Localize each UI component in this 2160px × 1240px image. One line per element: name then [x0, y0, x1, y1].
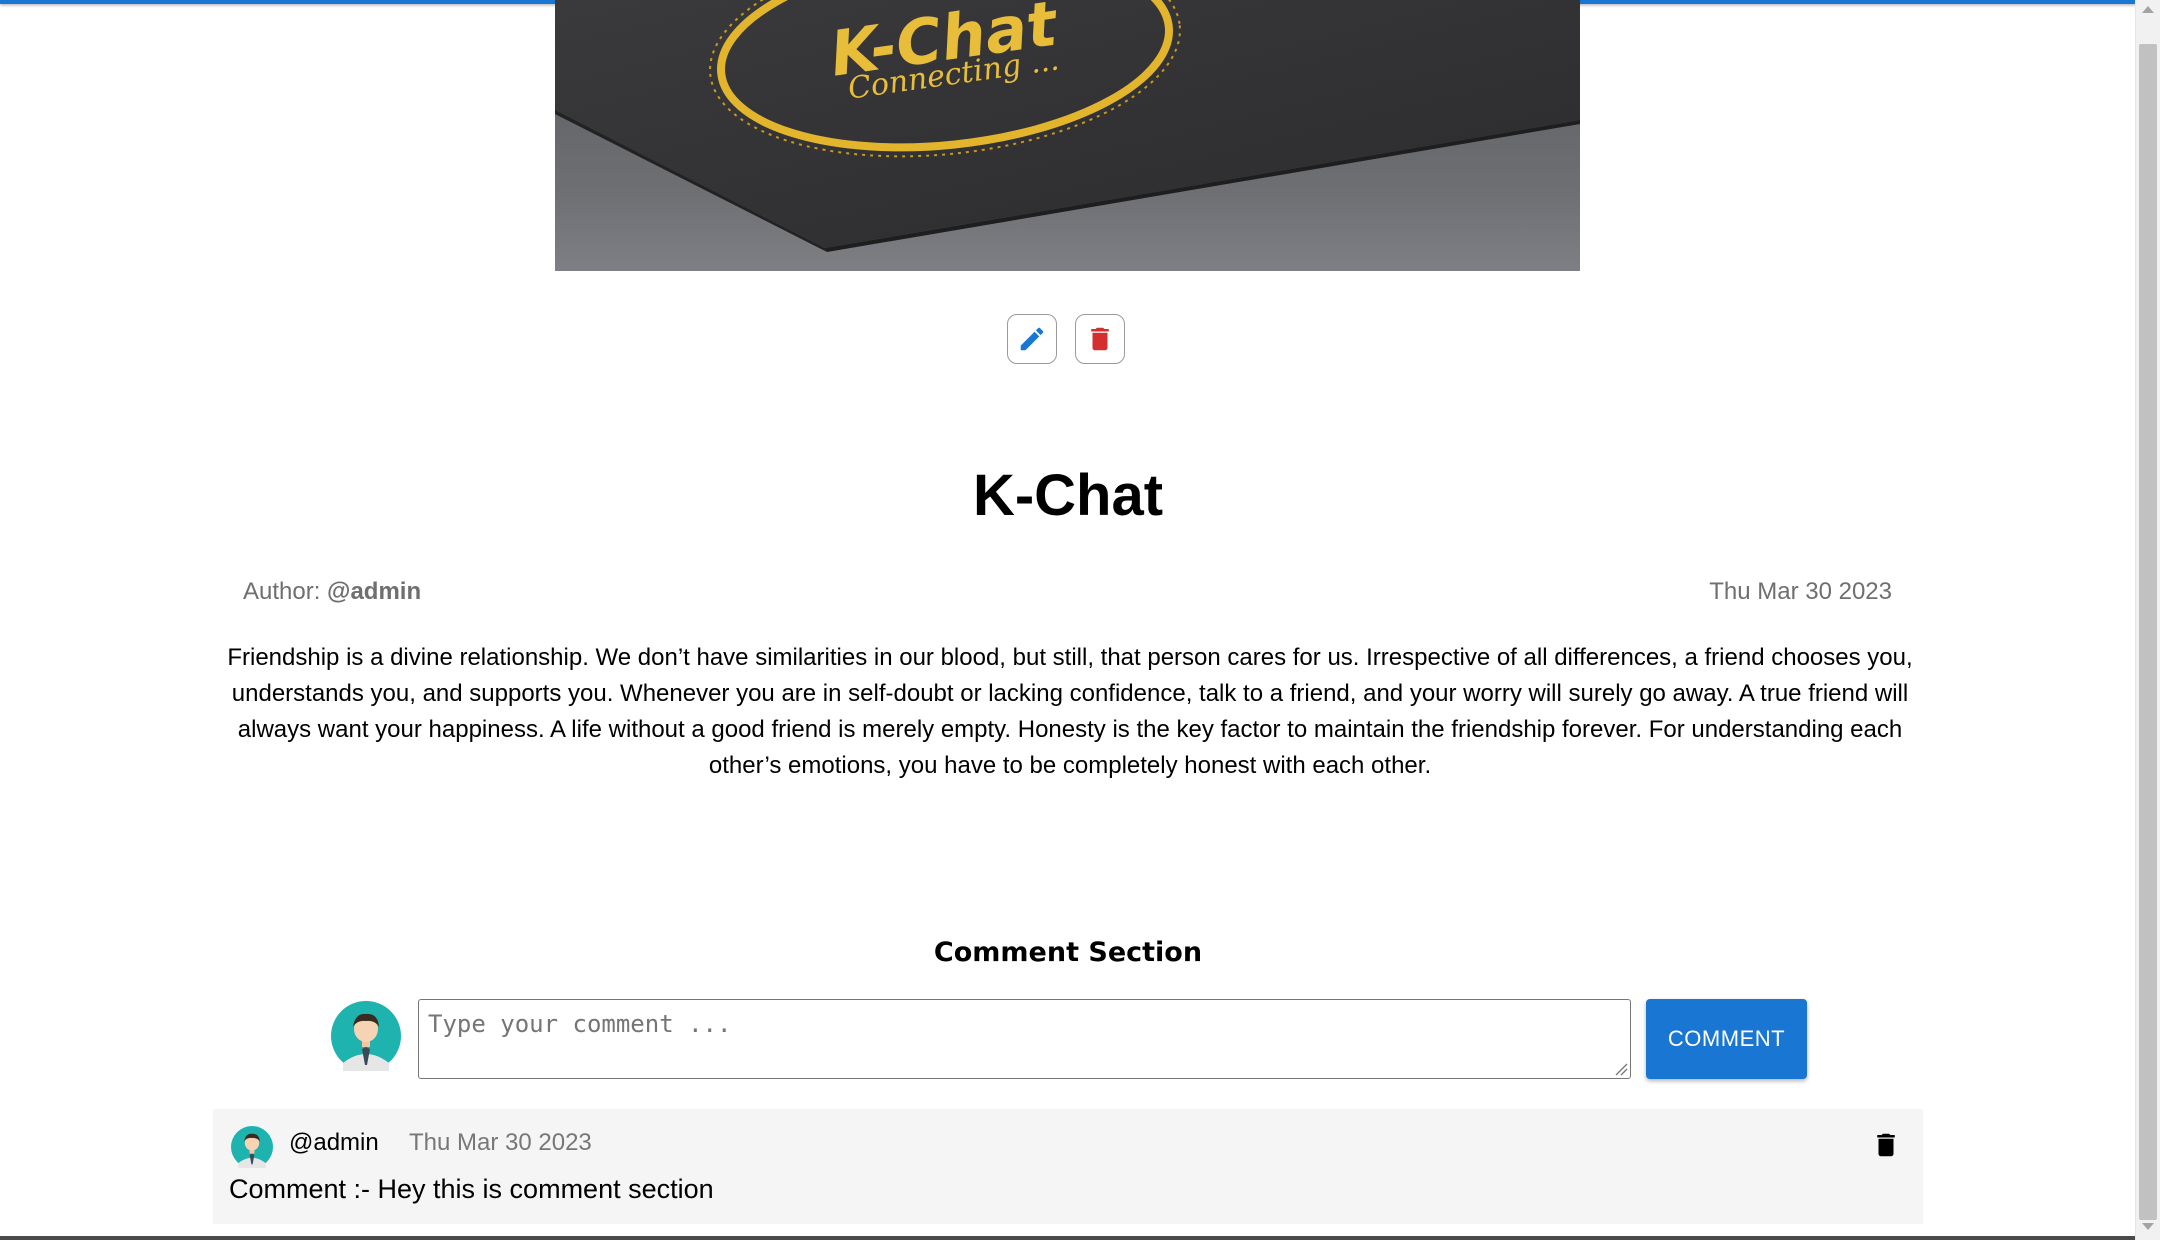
- delete-post-button[interactable]: [1075, 314, 1125, 364]
- comment-avatar-icon: [231, 1126, 273, 1168]
- pencil-icon: [1020, 327, 1044, 351]
- author-name: @admin: [327, 578, 422, 605]
- scroll-down-arrow-icon[interactable]: [2142, 1223, 2154, 1230]
- trash-icon: [1091, 327, 1109, 351]
- scrollbar-thumb[interactable]: [2139, 44, 2157, 1220]
- post-banner-image: K-Chat Connecting ...: [555, 0, 1580, 271]
- post-author: Author: @admin: [243, 578, 421, 606]
- comment-text: Comment :- Hey this is comment section: [229, 1174, 714, 1204]
- delete-comment-button[interactable]: [1871, 1128, 1901, 1162]
- edit-post-button[interactable]: [1007, 314, 1057, 364]
- bottom-divider: [0, 1236, 2136, 1240]
- comment-submit-button[interactable]: COMMENT: [1646, 999, 1807, 1079]
- author-label: Author:: [243, 578, 328, 605]
- comment-section-heading: Comment Section: [933, 937, 1203, 968]
- user-avatar-icon: [331, 1001, 401, 1071]
- comment-date: Thu Mar 30 2023: [409, 1129, 592, 1156]
- page-scrollbar[interactable]: [2135, 0, 2160, 1240]
- post-title: K-Chat: [972, 463, 1164, 528]
- trash-icon: [1877, 1133, 1895, 1157]
- post-body: Friendship is a divine relationship. We …: [227, 644, 1913, 779]
- post-date: Thu Mar 30 2023: [1709, 578, 1892, 605]
- resize-handle-icon[interactable]: [1614, 1062, 1628, 1076]
- comment-item: @admin Thu Mar 30 2023 Comment :- Hey th…: [213, 1109, 1923, 1224]
- scroll-up-arrow-icon[interactable]: [2142, 6, 2154, 13]
- comment-input[interactable]: [418, 999, 1631, 1079]
- comment-username: @admin: [289, 1129, 379, 1156]
